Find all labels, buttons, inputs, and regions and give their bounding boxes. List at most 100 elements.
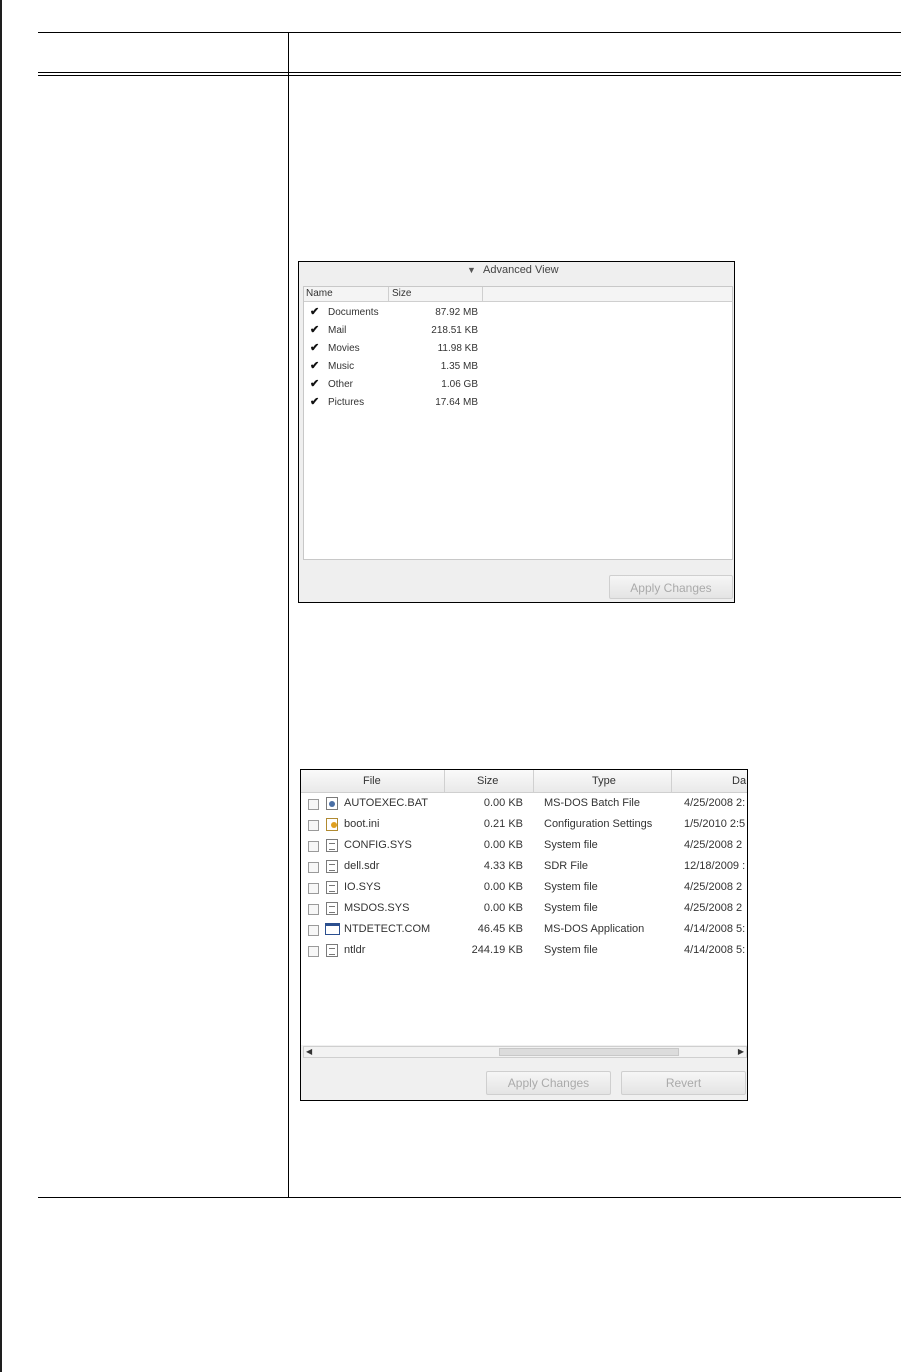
scroll-left-arrow-icon[interactable]: ◀ xyxy=(306,1047,312,1057)
checkbox-checked-icon[interactable]: ✔ xyxy=(310,307,320,318)
checkbox-checked-icon[interactable]: ✔ xyxy=(310,361,320,372)
file-type: System file xyxy=(544,944,598,956)
list-item: ✔ Mail 218.51 KB xyxy=(304,323,732,341)
apply-changes-button[interactable]: Apply Changes xyxy=(486,1071,611,1095)
table-row[interactable]: ntldr 244.19 KB System file 4/14/2008 5: xyxy=(301,941,747,962)
table-row[interactable]: CONFIG.SYS 0.00 KB System file 4/25/2008… xyxy=(301,836,747,857)
file-name: ntldr xyxy=(344,944,366,956)
file-size: 244.19 KB xyxy=(471,944,523,956)
file-type: Configuration Settings xyxy=(544,818,653,830)
file-date: 1/5/2010 2:5 xyxy=(684,818,746,830)
file-name: NTDETECT.COM xyxy=(344,923,431,935)
file-name: MSDOS.SYS xyxy=(344,902,410,914)
column-header-name[interactable]: Name xyxy=(306,288,333,299)
checkbox-checked-icon[interactable]: ✔ xyxy=(310,325,320,336)
column-separator xyxy=(671,770,672,792)
category-name: Documents xyxy=(328,307,379,318)
file-type: MS-DOS Batch File xyxy=(544,797,640,809)
file-name: AUTOEXEC.BAT xyxy=(344,797,428,809)
column-header-size[interactable]: Size xyxy=(392,288,411,299)
list-item: ✔ Other 1.06 GB xyxy=(304,377,732,395)
system-file-icon xyxy=(326,839,338,852)
batch-file-icon xyxy=(326,797,338,810)
file-type: SDR File xyxy=(544,860,589,872)
row-checkbox[interactable] xyxy=(308,925,319,936)
file-list: AUTOEXEC.BAT 0.00 KB MS-DOS Batch File 4… xyxy=(301,793,747,1045)
row-checkbox[interactable] xyxy=(308,904,319,915)
apply-changes-button[interactable]: Apply Changes xyxy=(609,575,733,599)
table-row[interactable]: AUTOEXEC.BAT 0.00 KB MS-DOS Batch File 4… xyxy=(301,794,747,815)
file-date: 4/25/2008 2 xyxy=(684,902,743,914)
application-icon xyxy=(325,923,340,935)
file-date: 12/18/2009 : xyxy=(684,860,746,872)
page-left-rule xyxy=(0,0,2,1372)
category-list: Name Size ✔ Documents 87.92 MB ✔ Mail 21… xyxy=(303,286,733,560)
list-item: ✔ Movies 11.98 KB xyxy=(304,341,732,359)
advanced-view-label: Advanced View xyxy=(483,264,559,276)
column-separator xyxy=(444,770,445,792)
file-type: System file xyxy=(544,881,598,893)
row-checkbox[interactable] xyxy=(308,883,319,894)
file-type: System file xyxy=(544,839,598,851)
column-header-file[interactable]: File xyxy=(363,775,381,787)
file-size: 0.00 KB xyxy=(483,839,523,851)
category-size: 11.98 KB xyxy=(437,343,478,354)
file-browser-panel: File Size Type Da AUTOEXEC.BAT 0.00 KB M… xyxy=(300,769,748,1101)
column-separator xyxy=(388,287,389,301)
category-name: Mail xyxy=(328,325,347,336)
file-size: 0.00 KB xyxy=(483,881,523,893)
file-size: 4.33 KB xyxy=(483,860,523,872)
header-rule xyxy=(38,72,901,73)
advanced-view-panel: ▼ Advanced View Name Size ✔ Documents 87… xyxy=(298,261,735,603)
row-checkbox[interactable] xyxy=(308,799,319,810)
checkbox-checked-icon[interactable]: ✔ xyxy=(310,397,320,408)
file-name: boot.ini xyxy=(344,818,380,830)
row-checkbox[interactable] xyxy=(308,946,319,957)
system-file-icon xyxy=(326,944,338,957)
table-row[interactable]: dell.sdr 4.33 KB SDR File 12/18/2009 : xyxy=(301,857,747,878)
checkbox-checked-icon[interactable]: ✔ xyxy=(310,379,320,390)
revert-button[interactable]: Revert xyxy=(621,1071,746,1095)
category-size: 1.35 MB xyxy=(440,361,478,372)
file-name: dell.sdr xyxy=(344,860,380,872)
column-divider xyxy=(288,32,289,1198)
column-header-date[interactable]: Da xyxy=(732,775,746,787)
category-size: 17.64 MB xyxy=(435,397,478,408)
file-date: 4/25/2008 2: xyxy=(684,797,746,809)
horizontal-scrollbar[interactable]: ◀ ▶ xyxy=(303,1046,747,1058)
file-name: CONFIG.SYS xyxy=(344,839,412,851)
column-header-size[interactable]: Size xyxy=(477,775,498,787)
system-file-icon xyxy=(326,881,338,894)
file-size: 0.21 KB xyxy=(483,818,523,830)
category-name: Movies xyxy=(328,343,360,354)
category-size: 87.92 MB xyxy=(435,307,478,318)
file-size: 46.45 KB xyxy=(477,923,523,935)
file-name: IO.SYS xyxy=(344,881,381,893)
header-rule xyxy=(38,75,901,76)
file-size: 0.00 KB xyxy=(483,797,523,809)
category-size: 218.51 KB xyxy=(431,325,478,336)
column-separator xyxy=(533,770,534,792)
row-checkbox[interactable] xyxy=(308,820,319,831)
file-size: 0.00 KB xyxy=(483,902,523,914)
list-item: ✔ Pictures 17.64 MB xyxy=(304,395,732,413)
table-row[interactable]: IO.SYS 0.00 KB System file 4/25/2008 2 xyxy=(301,878,747,899)
column-header-type[interactable]: Type xyxy=(592,775,616,787)
file-date: 4/25/2008 2 xyxy=(684,839,743,851)
settings-file-icon xyxy=(326,818,338,831)
scroll-right-arrow-icon[interactable]: ▶ xyxy=(738,1047,744,1057)
checkbox-checked-icon[interactable]: ✔ xyxy=(310,343,320,354)
file-date: 4/14/2008 5: xyxy=(684,923,746,935)
file-type: System file xyxy=(544,902,598,914)
system-file-icon xyxy=(326,902,338,915)
table-row[interactable]: NTDETECT.COM 46.45 KB MS-DOS Application… xyxy=(301,920,747,941)
scrollbar-thumb[interactable] xyxy=(499,1048,679,1056)
column-separator xyxy=(482,287,483,301)
row-checkbox[interactable] xyxy=(308,841,319,852)
row-checkbox[interactable] xyxy=(308,862,319,873)
file-date: 4/14/2008 5: xyxy=(684,944,746,956)
table-row[interactable]: MSDOS.SYS 0.00 KB System file 4/25/2008 … xyxy=(301,899,747,920)
category-size: 1.06 GB xyxy=(441,379,478,390)
advanced-view-toggle[interactable]: ▼ Advanced View xyxy=(299,262,734,282)
table-row[interactable]: boot.ini 0.21 KB Configuration Settings … xyxy=(301,815,747,836)
